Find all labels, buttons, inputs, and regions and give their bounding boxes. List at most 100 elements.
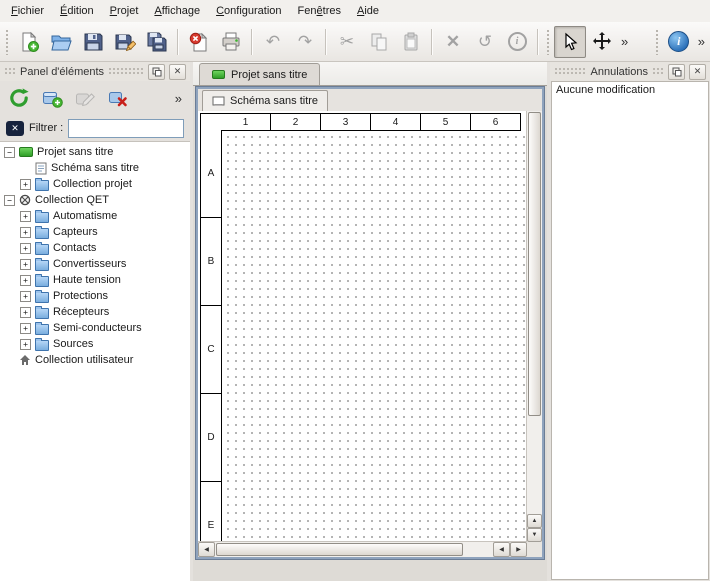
- undo-button[interactable]: ↶: [257, 26, 289, 58]
- tab-projet-sans-titre[interactable]: Projet sans titre: [199, 63, 320, 85]
- scroll-left-button[interactable]: ◀: [493, 542, 510, 557]
- redo-button[interactable]: ↷: [289, 26, 321, 58]
- toolbar-overflow-button[interactable]: »: [618, 34, 631, 49]
- folder-icon: [35, 244, 49, 255]
- scroll-up-button[interactable]: ▲: [527, 514, 542, 528]
- dock-close-button[interactable]: ✕: [689, 64, 706, 80]
- clear-filter-button[interactable]: ✕: [6, 121, 24, 136]
- copy-button[interactable]: [363, 26, 395, 58]
- new-element-button[interactable]: [38, 84, 66, 112]
- tree-item-label: Protections: [53, 290, 108, 302]
- toolbar-grip[interactable]: [546, 29, 551, 55]
- pan-mode-button[interactable]: [586, 26, 618, 58]
- expand-icon[interactable]: +: [20, 339, 31, 350]
- tree-item-label: Schéma sans titre: [51, 162, 139, 174]
- tree-item-recepteurs[interactable]: + Récepteurs: [0, 304, 190, 320]
- reload-collections-button[interactable]: [5, 84, 33, 112]
- cut-button[interactable]: ✂: [331, 26, 363, 58]
- info-blue-icon: i: [668, 31, 689, 52]
- save-as-button[interactable]: [109, 26, 141, 58]
- toolbar-separator: [325, 29, 327, 55]
- panel-toolbar-overflow-button[interactable]: »: [172, 91, 185, 106]
- menu-affichage[interactable]: Affichage: [146, 2, 208, 20]
- about-qet-button[interactable]: i: [663, 26, 695, 58]
- menu-fichier[interactable]: Fichier: [3, 2, 52, 20]
- close-file-button[interactable]: [183, 26, 215, 58]
- row-header: A: [201, 130, 221, 218]
- dock-float-button[interactable]: [148, 64, 165, 80]
- horizontal-scrollbar[interactable]: ◀ ◀ ▶: [198, 541, 527, 557]
- paste-button[interactable]: [395, 26, 427, 58]
- tree-item-collection-utilisateur[interactable]: Collection utilisateur: [0, 352, 190, 368]
- tree-item-protections[interactable]: + Protections: [0, 288, 190, 304]
- tree-item-project[interactable]: − Projet sans titre: [0, 144, 190, 160]
- scroll-right-button[interactable]: ▶: [510, 542, 527, 557]
- scroll-left-button[interactable]: ◀: [198, 542, 215, 557]
- dock-handle[interactable]: [108, 67, 144, 76]
- menu-edition[interactable]: Édition: [52, 2, 102, 20]
- vertical-scrollbar[interactable]: ▲ ▼: [526, 111, 542, 542]
- delete-element-button[interactable]: [104, 84, 132, 112]
- toolbar-separator: [537, 29, 539, 55]
- select-mode-button[interactable]: [554, 26, 586, 58]
- scrollbar-thumb[interactable]: [528, 112, 541, 416]
- tab-schema-sans-titre[interactable]: Schéma sans titre: [202, 90, 328, 111]
- elements-panel-titlebar[interactable]: Panel d'éléments ✕: [0, 62, 190, 81]
- toolbar-grip[interactable]: [5, 29, 10, 55]
- filter-input[interactable]: [68, 119, 184, 138]
- dock-handle[interactable]: [554, 67, 587, 76]
- tree-item-collection-projet[interactable]: + Collection projet: [0, 176, 190, 192]
- expand-icon[interactable]: +: [20, 291, 31, 302]
- expand-icon[interactable]: +: [20, 243, 31, 254]
- collapse-icon[interactable]: −: [4, 195, 15, 206]
- undo-history-list[interactable]: Aucune modification: [551, 81, 709, 580]
- dock-float-button[interactable]: [668, 64, 685, 80]
- expand-icon[interactable]: +: [20, 227, 31, 238]
- tree-item-sources[interactable]: + Sources: [0, 336, 190, 352]
- delete-button[interactable]: ✕: [437, 26, 469, 58]
- menu-projet[interactable]: Projet: [102, 2, 147, 20]
- scrollbar-thumb[interactable]: [216, 543, 463, 556]
- tab-label: Schéma sans titre: [230, 95, 318, 107]
- schema-icon: [35, 162, 47, 175]
- save-button[interactable]: [77, 26, 109, 58]
- menu-fenetres[interactable]: Fenêtres: [290, 2, 349, 20]
- collapse-icon[interactable]: −: [4, 147, 15, 158]
- expand-icon[interactable]: +: [20, 275, 31, 286]
- expand-icon[interactable]: +: [20, 307, 31, 318]
- expand-icon[interactable]: +: [20, 211, 31, 222]
- column-headers: 1 2 3 4 5 6: [221, 113, 521, 131]
- dock-handle[interactable]: [652, 67, 664, 76]
- save-all-button[interactable]: [141, 26, 173, 58]
- schema-canvas[interactable]: 1 2 3 4 5 6 A B C D E: [198, 111, 527, 542]
- tree-item-convertisseurs[interactable]: + Convertisseurs: [0, 256, 190, 272]
- tree-item-automatisme[interactable]: + Automatisme: [0, 208, 190, 224]
- expand-icon[interactable]: +: [20, 259, 31, 270]
- dock-handle[interactable]: [4, 67, 16, 76]
- toolbar-overflow-button[interactable]: »: [695, 34, 708, 49]
- tree-item-schema[interactable]: Schéma sans titre: [0, 160, 190, 176]
- expand-icon[interactable]: +: [20, 323, 31, 334]
- cut-icon: ✂: [340, 33, 354, 50]
- expand-icon[interactable]: +: [20, 179, 31, 190]
- tree-item-haute-tension[interactable]: + Haute tension: [0, 272, 190, 288]
- scrollbar-track[interactable]: [215, 542, 493, 557]
- undo-dock-titlebar[interactable]: Annulations ✕: [550, 62, 710, 81]
- open-project-button[interactable]: [45, 26, 77, 58]
- new-project-button[interactable]: [13, 26, 45, 58]
- tree-item-collection-qet[interactable]: − Collection QET: [0, 192, 190, 208]
- toolbar-grip[interactable]: [655, 29, 660, 55]
- scroll-down-button[interactable]: ▼: [527, 528, 542, 542]
- open-folder-icon: [50, 31, 72, 53]
- dock-close-button[interactable]: ✕: [169, 64, 186, 80]
- menu-aide[interactable]: Aide: [349, 2, 387, 20]
- menu-configuration[interactable]: Configuration: [208, 2, 289, 20]
- tree-item-capteurs[interactable]: + Capteurs: [0, 224, 190, 240]
- element-info-button[interactable]: i: [501, 26, 533, 58]
- print-button[interactable]: [215, 26, 247, 58]
- tree-item-contacts[interactable]: + Contacts: [0, 240, 190, 256]
- edit-element-button[interactable]: [71, 84, 99, 112]
- elements-tree[interactable]: − Projet sans titre Schéma sans titre + …: [0, 141, 190, 581]
- rotate-button[interactable]: ↺: [469, 26, 501, 58]
- tree-item-semi-conducteurs[interactable]: + Semi-conducteurs: [0, 320, 190, 336]
